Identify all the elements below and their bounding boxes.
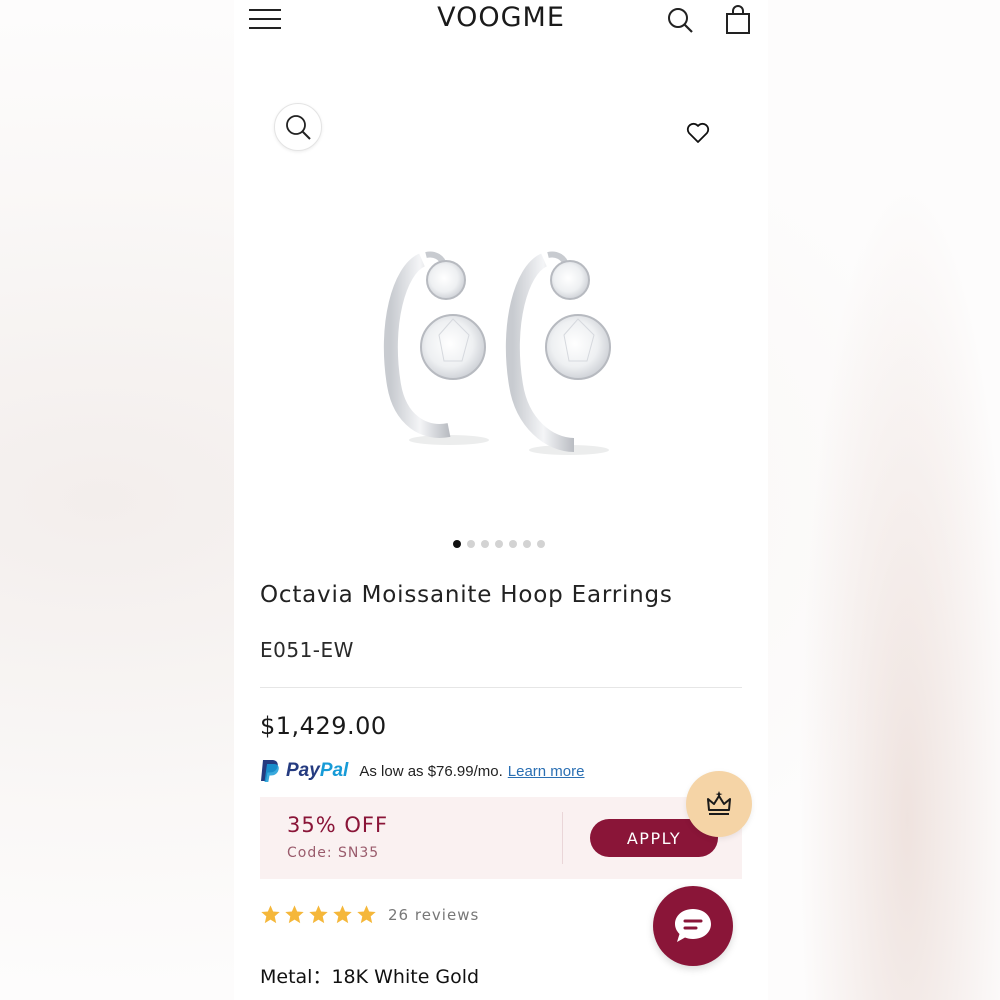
gallery-dot[interactable] — [537, 540, 545, 548]
paypal-logo-icon — [261, 760, 279, 782]
gallery-dot[interactable] — [467, 540, 475, 548]
product-price: $1,429.00 — [260, 712, 387, 740]
product-image-earrings[interactable] — [374, 235, 634, 480]
coupon-banner: 35% OFF Code: SN35 APPLY — [260, 797, 742, 879]
paypal-learn-more-link[interactable]: Learn more — [508, 763, 585, 780]
rating-stars[interactable] — [260, 904, 377, 925]
coupon-divider — [562, 812, 563, 864]
gallery-dot[interactable] — [481, 540, 489, 548]
rewards-button[interactable] — [686, 771, 752, 837]
paypal-wordmark: PayPal — [286, 760, 348, 782]
background-blur — [768, 0, 1000, 1000]
star-icon — [333, 905, 352, 924]
gallery-pagination — [453, 540, 545, 548]
chat-bubble-icon — [675, 909, 711, 942]
star-icon — [357, 905, 376, 924]
star-icon — [285, 905, 304, 924]
product-title: Octavia Moissanite Hoop Earrings — [260, 582, 673, 608]
product-sku: E051-EW — [260, 638, 354, 662]
zoom-button[interactable] — [274, 103, 322, 151]
star-icon — [261, 905, 280, 924]
gallery-dot[interactable] — [523, 540, 531, 548]
divider — [260, 687, 742, 688]
mobile-page: VOOGME Octavia Moissanite Hoop Earrings … — [234, 0, 768, 1000]
heart-icon[interactable] — [685, 120, 711, 146]
gallery-dot[interactable] — [509, 540, 517, 548]
paypal-financing: PayPal As low as $76.99/mo. Learn more — [260, 758, 584, 784]
search-icon[interactable] — [666, 6, 694, 34]
zoom-search-icon — [286, 115, 311, 140]
shopping-bag-icon[interactable] — [724, 5, 752, 35]
paypal-wordmark-pal: Pal — [319, 760, 349, 781]
metal-label: Metal： — [260, 966, 332, 988]
paypal-wordmark-pay: Pay — [286, 760, 320, 781]
reviews-count-link[interactable]: 26 reviews — [388, 906, 479, 924]
coupon-code: Code: SN35 — [287, 845, 380, 861]
chat-button[interactable] — [653, 886, 733, 966]
gallery-dot[interactable] — [495, 540, 503, 548]
gallery-dot[interactable] — [453, 540, 461, 548]
paypal-installment-text: As low as $76.99/mo. — [359, 762, 503, 780]
star-icon — [309, 905, 328, 924]
metal-value: 18K White Gold — [331, 966, 480, 988]
coupon-discount: 35% OFF — [287, 813, 389, 837]
crown-icon — [707, 791, 731, 815]
metal-option: Metal：18K White Gold — [260, 962, 479, 989]
